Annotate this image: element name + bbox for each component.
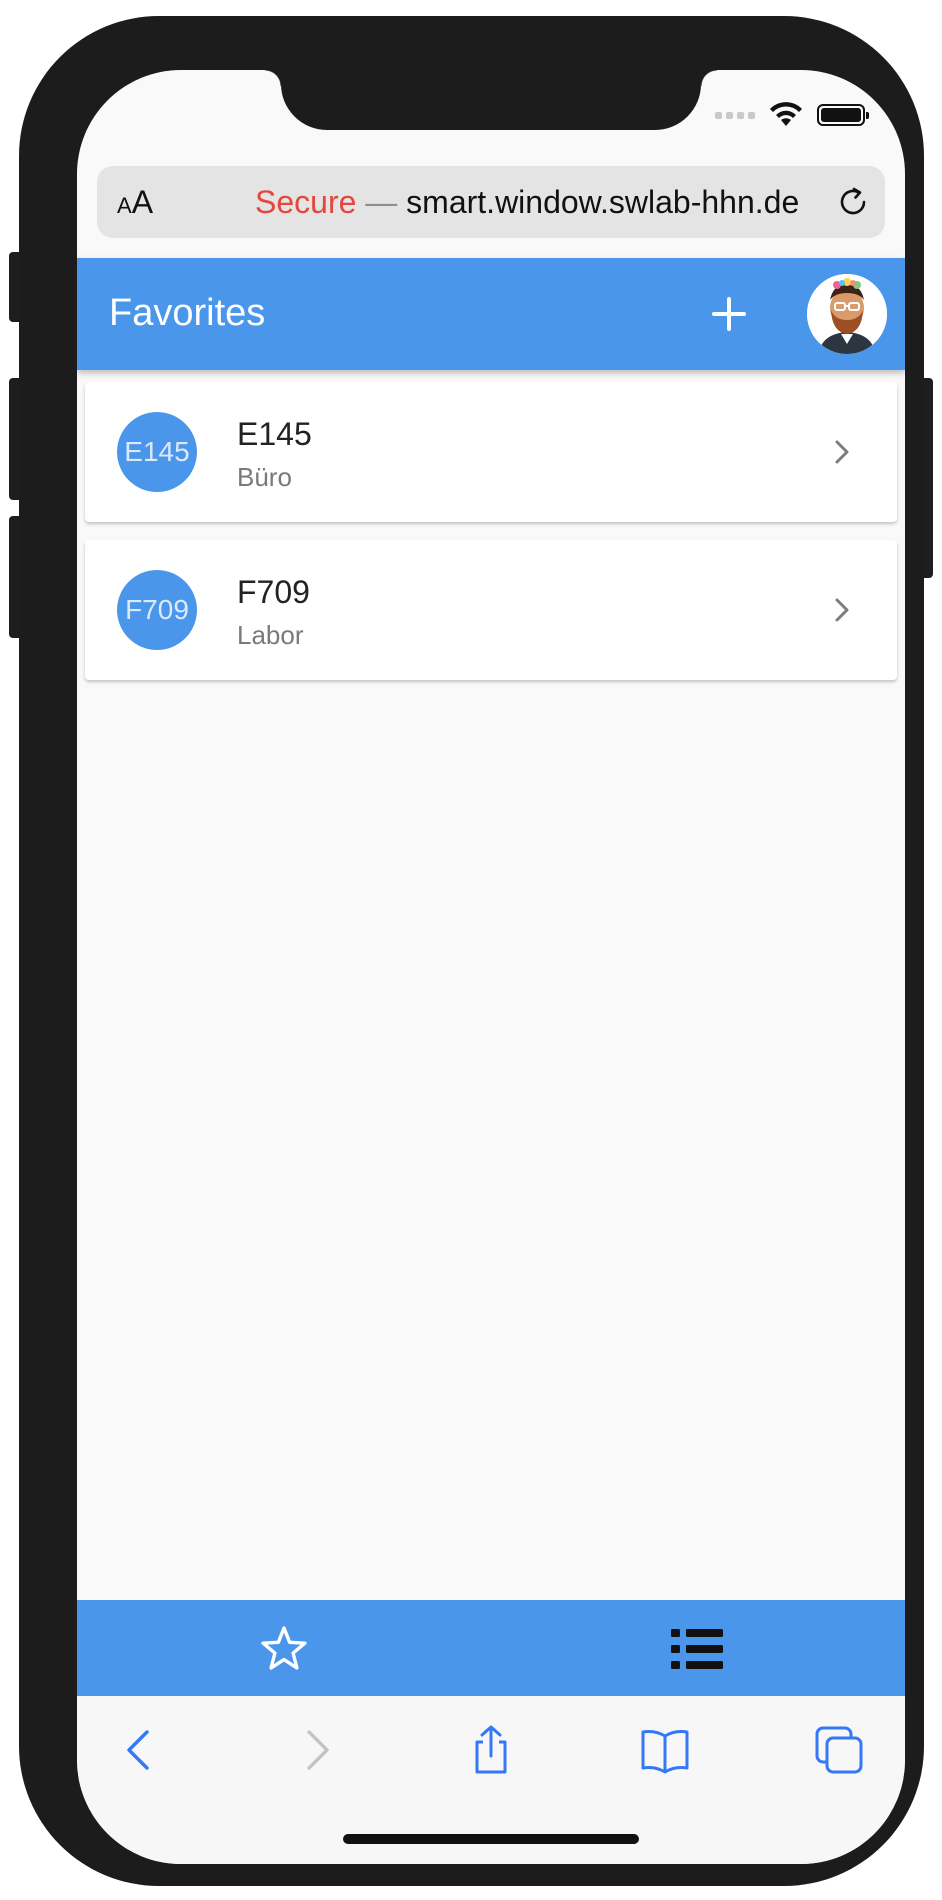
avatar-icon (807, 274, 887, 354)
status-bar-icons (715, 100, 869, 130)
room-subtitle: Büro (237, 462, 292, 492)
url-text: smart.window.swlab-hhn.de (406, 184, 800, 220)
screen: AA Secure — smart.window.swlab-hhn.de Fa… (77, 70, 905, 1864)
favorites-list: E145 E145 Büro F709 F709 Labor (85, 382, 897, 698)
home-indicator[interactable] (343, 1834, 639, 1844)
battery-icon (817, 104, 869, 126)
plus-icon[interactable] (709, 294, 749, 334)
cellular-signal-icon (715, 111, 755, 119)
secure-label: Secure (255, 184, 357, 220)
text-size-large-label: A (131, 184, 154, 220)
address-bar[interactable]: AA Secure — smart.window.swlab-hhn.de (97, 166, 885, 238)
forward-icon (307, 1730, 329, 1770)
page-title: Favorites (109, 292, 266, 334)
text-size-small-label: A (117, 193, 132, 218)
avatar[interactable] (807, 274, 887, 354)
back-icon[interactable] (115, 1724, 167, 1776)
chevron-right-icon (835, 598, 849, 622)
list-item[interactable]: E145 E145 Büro (85, 382, 897, 522)
share-icon[interactable] (465, 1724, 517, 1776)
room-subtitle: Labor (237, 620, 304, 650)
room-title: F709 (237, 574, 310, 610)
url-display[interactable]: Secure — smart.window.swlab-hhn.de (255, 182, 803, 222)
app-header: Favorites (77, 258, 905, 370)
wifi-icon (770, 102, 802, 126)
star-icon[interactable] (259, 1624, 309, 1674)
bottom-navigation (77, 1600, 905, 1696)
list-item[interactable]: F709 F709 Labor (85, 540, 897, 680)
list-icon[interactable] (671, 1628, 723, 1670)
tabs-icon[interactable] (813, 1724, 865, 1776)
notch (265, 70, 717, 130)
chevron-right-icon (835, 440, 849, 464)
bookmarks-icon[interactable] (639, 1724, 691, 1776)
phone-frame: AA Secure — smart.window.swlab-hhn.de Fa… (19, 16, 924, 1886)
room-badge: E145 (117, 412, 197, 492)
text-size-button[interactable]: AA (117, 184, 153, 220)
room-title: E145 (237, 416, 312, 452)
reload-icon[interactable] (835, 184, 871, 220)
url-separator: — (365, 184, 398, 220)
room-badge: F709 (117, 570, 197, 650)
